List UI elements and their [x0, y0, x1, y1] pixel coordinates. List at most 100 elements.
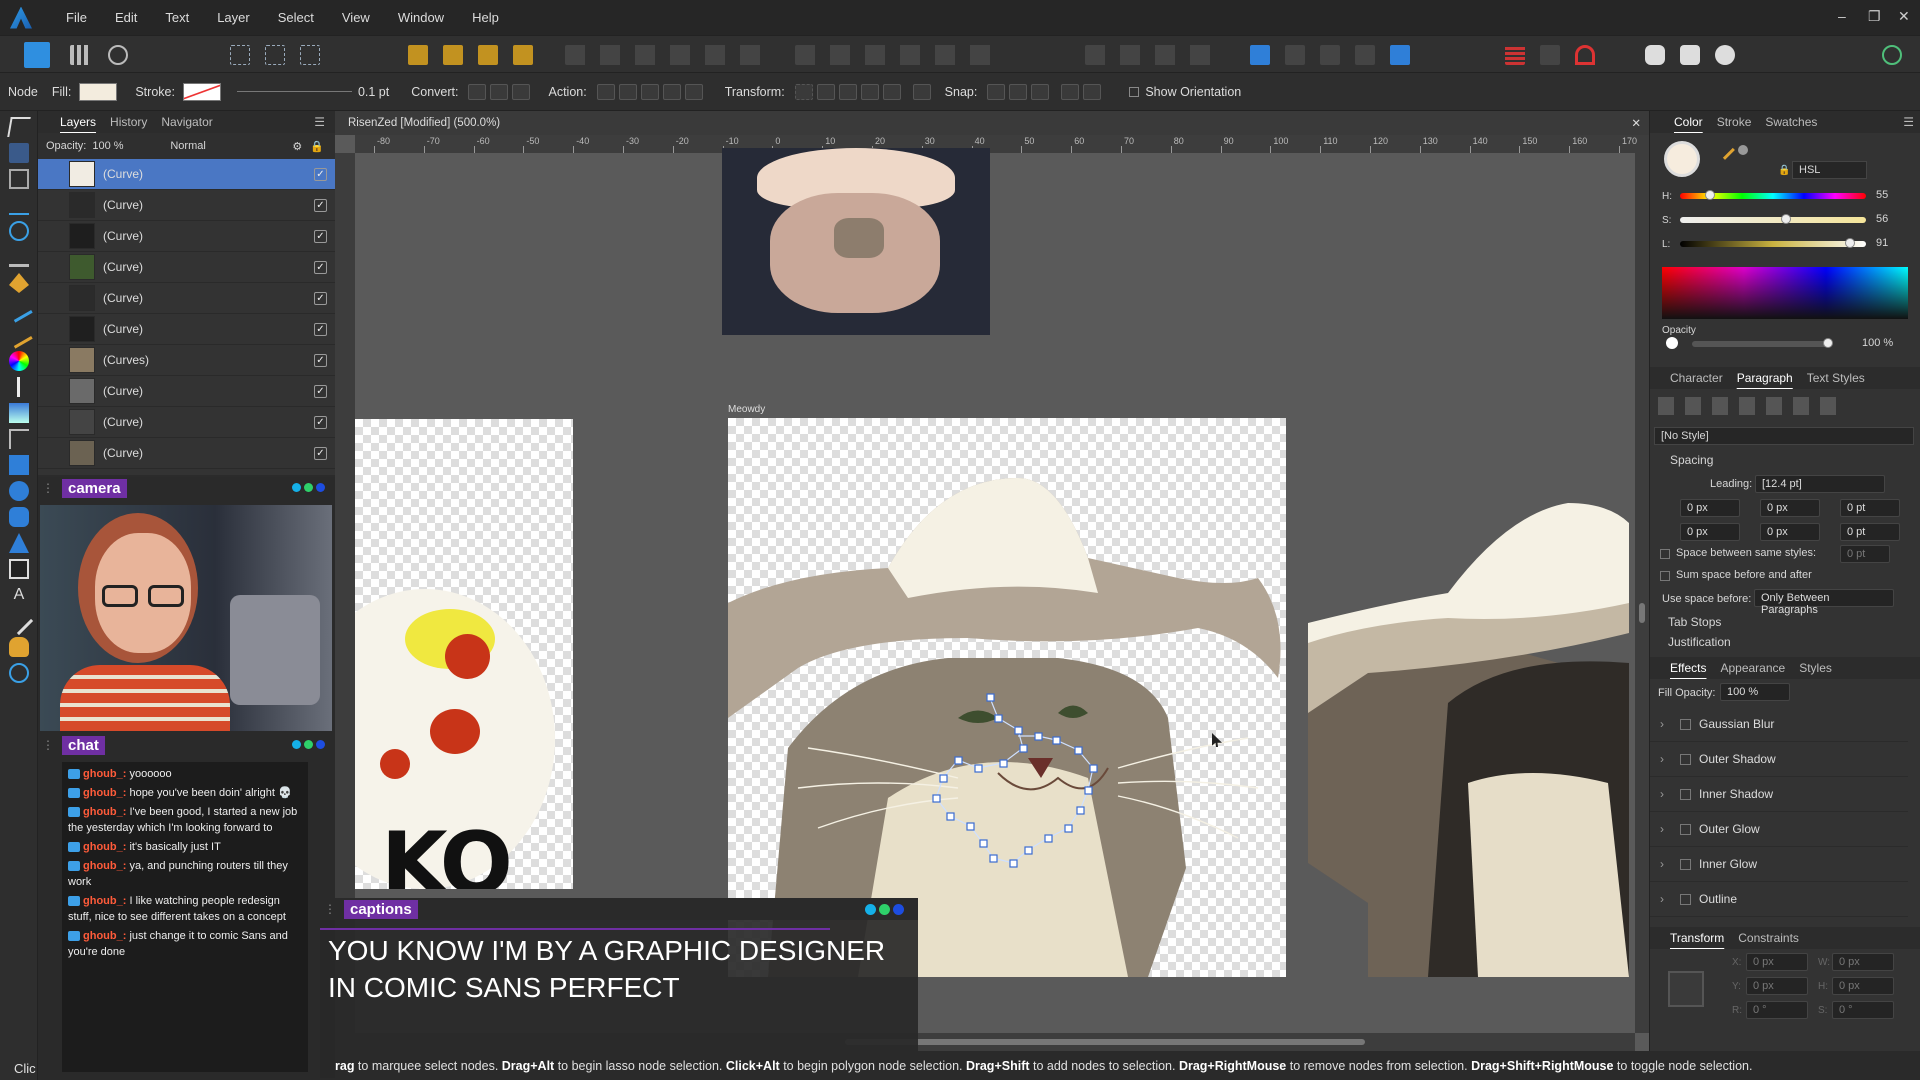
boolean-intersect-icon[interactable] — [1320, 45, 1340, 65]
layer-row[interactable]: (Curve) ✓ — [38, 221, 335, 252]
rectangle-tool-icon[interactable] — [9, 455, 29, 475]
menu-view[interactable]: View — [342, 10, 370, 25]
use-space-dropdown[interactable]: Only Between Paragraphs — [1754, 589, 1894, 616]
saturation-value[interactable]: 56 — [1876, 213, 1888, 225]
layer-visibility-checkbox[interactable]: ✓ — [314, 384, 327, 398]
menu-window[interactable]: Window — [398, 10, 444, 25]
tab-transform[interactable]: Transform — [1670, 931, 1724, 945]
contour-tool-icon[interactable] — [9, 221, 29, 241]
expand-arrow-icon[interactable]: › — [1660, 752, 1664, 766]
show-orientation-checkbox[interactable] — [1129, 86, 1140, 97]
menu-text[interactable]: Text — [165, 10, 189, 25]
tab-history[interactable]: History — [110, 115, 147, 129]
menu-edit[interactable]: Edit — [115, 10, 137, 25]
tab-swatches[interactable]: Swatches — [1765, 115, 1817, 129]
effect-item[interactable]: › Inner Glow — [1650, 847, 1908, 882]
alignment-buttons[interactable] — [1658, 397, 1838, 415]
view-mode-3-icon[interactable] — [300, 45, 320, 65]
snap-4-button[interactable] — [1061, 83, 1080, 100]
action-reverse-button[interactable] — [684, 83, 703, 100]
indent-left-input[interactable]: 0 px — [1680, 499, 1740, 517]
tab-color[interactable]: Color — [1674, 115, 1703, 129]
transform-origin-button[interactable] — [912, 83, 931, 100]
effect-item[interactable]: › Gaussian Blur — [1650, 707, 1908, 742]
snapping-magnet-icon[interactable] — [1575, 45, 1595, 65]
assistant-icon[interactable] — [1645, 45, 1665, 65]
indent-right-input[interactable]: 0 px — [1680, 523, 1740, 541]
close-window-button[interactable]: ✕ — [1898, 8, 1910, 25]
layer-row[interactable]: (Curves) ✓ — [38, 345, 335, 376]
layer-row[interactable]: (Curve) ✓ — [38, 407, 335, 438]
space-before-input[interactable]: 0 pt — [1840, 499, 1900, 517]
space-after-input[interactable]: 0 pt — [1840, 523, 1900, 541]
transparency-tool-icon[interactable] — [17, 377, 23, 397]
tab-stops-label[interactable]: Tab Stops — [1668, 615, 1721, 629]
shear-input[interactable]: 0 ° — [1832, 1001, 1894, 1019]
tab-stroke[interactable]: Stroke — [1717, 115, 1752, 129]
effect-item[interactable]: › Inner Shadow — [1650, 777, 1908, 812]
rotation-input[interactable]: 0 ° — [1746, 1001, 1808, 1019]
indent-last-input[interactable]: 0 px — [1760, 523, 1820, 541]
expand-arrow-icon[interactable]: › — [1660, 717, 1664, 731]
same-styles-input[interactable]: 0 pt — [1840, 545, 1890, 563]
pen-tool-icon[interactable] — [9, 273, 29, 293]
tab-text-styles[interactable]: Text Styles — [1807, 371, 1865, 385]
frame-text-tool-icon[interactable] — [9, 559, 29, 579]
eyedropper-icon[interactable] — [1715, 140, 1735, 160]
distribute-icons[interactable] — [795, 45, 995, 65]
tab-layers[interactable]: Layers — [60, 115, 96, 129]
expand-arrow-icon[interactable]: › — [1660, 857, 1664, 871]
opacity-slider[interactable] — [1692, 338, 1833, 348]
tab-paragraph[interactable]: Paragraph — [1737, 371, 1793, 385]
snap-1-button[interactable] — [987, 83, 1006, 100]
h-input[interactable]: 0 px — [1832, 977, 1894, 995]
close-document-icon[interactable]: ✕ — [1631, 116, 1641, 130]
layer-visibility-checkbox[interactable]: ✓ — [314, 322, 327, 336]
expand-arrow-icon[interactable]: › — [1660, 787, 1664, 801]
corner-tool-icon[interactable] — [9, 247, 29, 267]
color-picker-tool-icon[interactable] — [4, 606, 34, 636]
action-close-button[interactable] — [618, 83, 637, 100]
node-tool-icon[interactable] — [9, 143, 29, 163]
point-transform-tool-icon[interactable] — [9, 195, 29, 215]
anchor-grid-icon[interactable] — [1668, 971, 1704, 1007]
fill-tool-icon[interactable] — [9, 351, 29, 371]
boolean-divide-icon[interactable] — [1390, 45, 1410, 65]
fill-color-well[interactable] — [1664, 141, 1700, 177]
effect-item[interactable]: › Outline — [1650, 882, 1908, 917]
layer-row[interactable]: (Curve) ✓ — [38, 376, 335, 407]
lightness-knob[interactable] — [1845, 238, 1855, 248]
layer-row[interactable]: (Curve) ✓ — [38, 314, 335, 345]
tab-character[interactable]: Character — [1670, 371, 1723, 385]
snap-2-button[interactable] — [1009, 83, 1028, 100]
layer-row[interactable]: (Curve) ✓ — [38, 252, 335, 283]
effect-item[interactable]: › Outer Glow — [1650, 812, 1908, 847]
saturation-knob[interactable] — [1781, 214, 1791, 224]
move-front-icon[interactable] — [513, 45, 533, 65]
minimize-button[interactable]: – — [1838, 8, 1846, 24]
blend-mode-dropdown[interactable]: Normal — [170, 140, 280, 152]
hue-slider[interactable] — [1680, 190, 1866, 200]
lightness-slider[interactable] — [1680, 238, 1866, 248]
arrange-icon[interactable] — [1680, 45, 1700, 65]
effect-checkbox[interactable] — [1680, 893, 1691, 905]
w-input[interactable]: 0 px — [1832, 953, 1894, 971]
stroke-width-slider[interactable] — [236, 91, 352, 92]
designer-persona-icon[interactable] — [24, 42, 50, 68]
snap-3-button[interactable] — [1031, 83, 1050, 100]
document-title[interactable]: RisenZed [Modified] (500.0%) — [348, 117, 500, 129]
lock-icon[interactable]: 🔒 — [1778, 165, 1790, 176]
meowdy-artboard[interactable] — [728, 418, 1286, 977]
tab-appearance[interactable]: Appearance — [1720, 661, 1785, 675]
justification-label[interactable]: Justification — [1668, 635, 1731, 649]
boolean-subtract-icon[interactable] — [1285, 45, 1305, 65]
tab-styles[interactable]: Styles — [1799, 661, 1832, 675]
color-spectrum[interactable] — [1662, 267, 1908, 319]
view-mode-icon[interactable] — [230, 45, 250, 65]
y-input[interactable]: 0 px — [1746, 977, 1808, 995]
menu-select[interactable]: Select — [278, 10, 314, 25]
leading-input[interactable]: [12.4 pt] — [1755, 475, 1885, 493]
expand-arrow-icon[interactable]: › — [1660, 822, 1664, 836]
crop-tool-icon[interactable] — [9, 429, 29, 449]
same-styles-checkbox[interactable] — [1660, 549, 1670, 559]
